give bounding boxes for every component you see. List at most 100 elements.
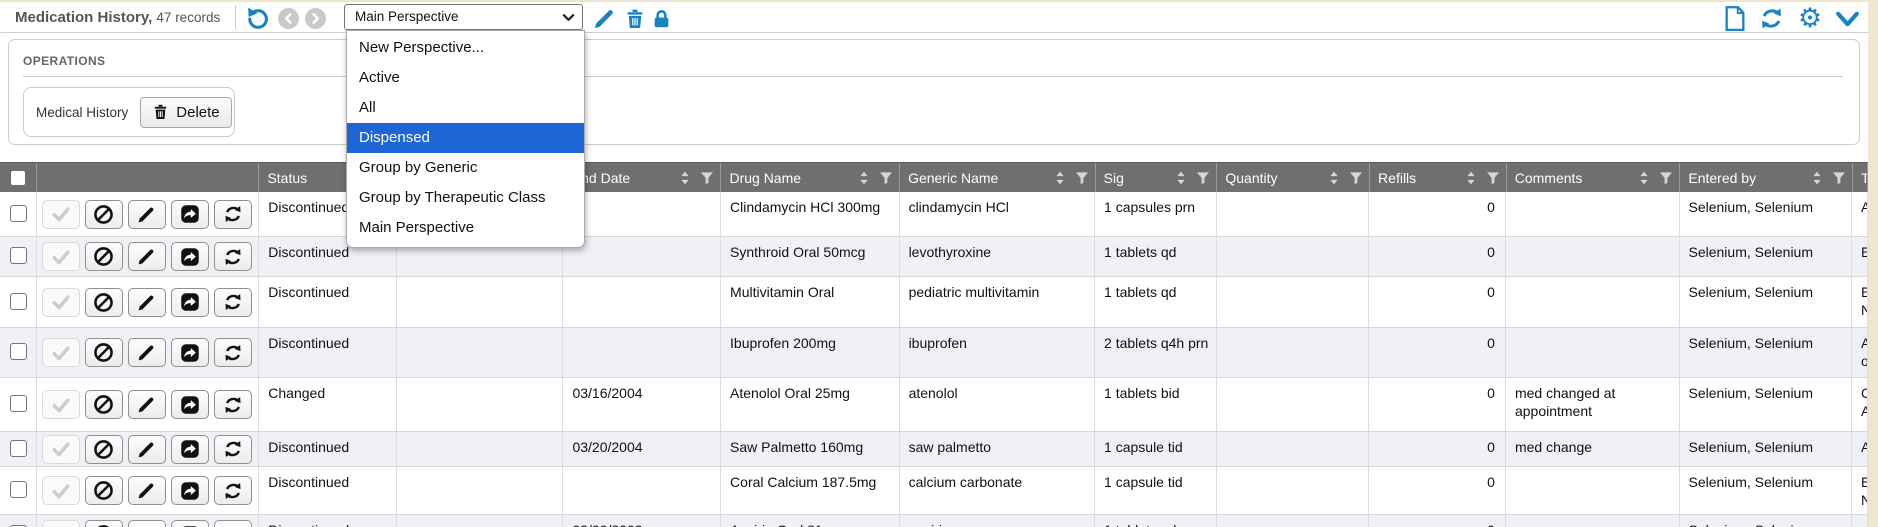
collapse-toolbar-button[interactable] (1834, 7, 1861, 31)
cell-comments (1506, 237, 1680, 276)
perspective-option[interactable]: Active (347, 63, 584, 93)
filter-funnel-icon[interactable] (1659, 171, 1673, 185)
renew-button[interactable] (214, 520, 252, 527)
column-header-check[interactable] (0, 163, 37, 192)
discontinue-button[interactable] (85, 288, 123, 317)
column-label-quantity: Quantity (1225, 170, 1277, 186)
perspective-option[interactable]: Group by Generic (347, 153, 584, 183)
column-header-therapy[interactable]: T (1853, 163, 1868, 192)
delete-button[interactable]: Delete (140, 97, 231, 128)
edit-button[interactable] (128, 200, 166, 229)
pencil-icon (137, 247, 156, 266)
lock-perspective-button[interactable] (650, 6, 673, 31)
row-checkbox[interactable] (10, 440, 27, 457)
discontinue-button[interactable] (85, 476, 123, 505)
filter-funnel-icon[interactable] (1832, 171, 1846, 185)
cell-generic: saw palmetto (900, 432, 1095, 466)
renew-button[interactable] (214, 435, 252, 464)
discontinue-button[interactable] (85, 200, 123, 229)
undo-button[interactable] (245, 5, 271, 31)
column-header-quantity[interactable]: Quantity (1217, 163, 1370, 192)
refresh-button[interactable] (1758, 5, 1785, 32)
row-checkbox[interactable] (10, 205, 27, 222)
edit-button[interactable] (128, 476, 166, 505)
no-sign-icon (93, 292, 114, 313)
perspective-option[interactable]: Main Perspective (347, 213, 584, 243)
row-checkbox[interactable] (10, 343, 27, 360)
filter-funnel-icon[interactable] (879, 171, 893, 185)
forward-button[interactable] (171, 520, 209, 527)
forward-button[interactable] (171, 390, 209, 419)
perspective-option[interactable]: New Perspective... (347, 33, 584, 63)
edit-button[interactable] (128, 390, 166, 419)
discontinue-button[interactable] (85, 338, 123, 367)
forward-button[interactable] (171, 288, 209, 317)
sort-icon[interactable] (1054, 171, 1066, 185)
discontinue-button[interactable] (85, 390, 123, 419)
column-header-drug[interactable]: Drug Name (721, 163, 900, 192)
sort-icon[interactable] (858, 171, 870, 185)
new-document-button[interactable] (1722, 5, 1748, 32)
sort-icon[interactable] (679, 171, 691, 185)
forward-button[interactable] (171, 200, 209, 229)
row-checkbox[interactable] (10, 247, 27, 264)
filter-funnel-icon[interactable] (1075, 171, 1089, 185)
column-label-therapy: T (1861, 170, 1868, 186)
column-header-refills[interactable]: Refills (1370, 163, 1507, 192)
renew-button[interactable] (214, 476, 252, 505)
column-header-entered_by[interactable]: Entered by (1680, 163, 1853, 192)
column-header-comments[interactable]: Comments (1507, 163, 1681, 192)
renew-button[interactable] (214, 200, 252, 229)
renew-button[interactable] (214, 390, 252, 419)
perspective-option[interactable]: Group by Therapeutic Class (347, 183, 584, 213)
edit-button[interactable] (128, 435, 166, 464)
column-header-generic[interactable]: Generic Name (900, 163, 1096, 192)
sort-icon[interactable] (1328, 171, 1340, 185)
column-header-sig[interactable]: Sig (1096, 163, 1218, 192)
forward-button[interactable] (171, 435, 209, 464)
renew-button[interactable] (214, 242, 252, 271)
sort-icon[interactable] (1811, 171, 1823, 185)
next-button[interactable] (305, 8, 326, 29)
filter-funnel-icon[interactable] (1349, 171, 1363, 185)
forward-button[interactable] (171, 338, 209, 367)
cell-end_date (563, 328, 721, 377)
renew-button[interactable] (214, 338, 252, 367)
perspective-option[interactable]: Dispensed (347, 123, 584, 153)
edit-button[interactable] (128, 242, 166, 271)
cell-entered_by: Selenium, Selenium (1680, 328, 1853, 377)
edit-button[interactable] (128, 520, 166, 527)
edit-button[interactable] (128, 288, 166, 317)
table-row: Changed03/16/2004Atenolol Oral 25mgateno… (0, 378, 1868, 432)
cell-drug: Synthroid Oral 50mcg (721, 237, 900, 276)
sort-icon[interactable] (1175, 171, 1187, 185)
renew-button[interactable] (214, 288, 252, 317)
row-checkbox[interactable] (10, 293, 27, 310)
discontinue-button[interactable] (85, 435, 123, 464)
settings-button[interactable]: ⚙ (1796, 4, 1824, 32)
filter-funnel-icon[interactable] (1486, 171, 1500, 185)
forward-button[interactable] (171, 476, 209, 505)
perspective-option[interactable]: All (347, 93, 584, 123)
edit-button[interactable] (128, 338, 166, 367)
sort-icon[interactable] (1465, 171, 1477, 185)
row-checkbox[interactable] (10, 481, 27, 498)
discontinue-button[interactable] (85, 520, 123, 527)
perspective-select[interactable]: Main Perspective (344, 4, 583, 30)
row-checkbox[interactable] (10, 395, 27, 412)
edit-perspective-button[interactable] (592, 6, 617, 31)
forward-button[interactable] (171, 242, 209, 271)
cell-actions (37, 378, 259, 431)
prev-button[interactable] (278, 8, 299, 29)
refresh-icon (223, 204, 243, 224)
page-title: Medication History, 47 records (15, 9, 220, 26)
discontinue-button[interactable] (85, 242, 123, 271)
delete-perspective-button[interactable] (622, 6, 647, 31)
filter-funnel-icon[interactable] (1196, 171, 1210, 185)
select-all-checkbox[interactable] (11, 171, 25, 185)
no-sign-icon (93, 342, 114, 363)
cell-check (0, 515, 37, 527)
filter-funnel-icon[interactable] (700, 171, 714, 185)
column-header-end_date[interactable]: End Date (564, 163, 722, 192)
sort-icon[interactable] (1638, 171, 1650, 185)
